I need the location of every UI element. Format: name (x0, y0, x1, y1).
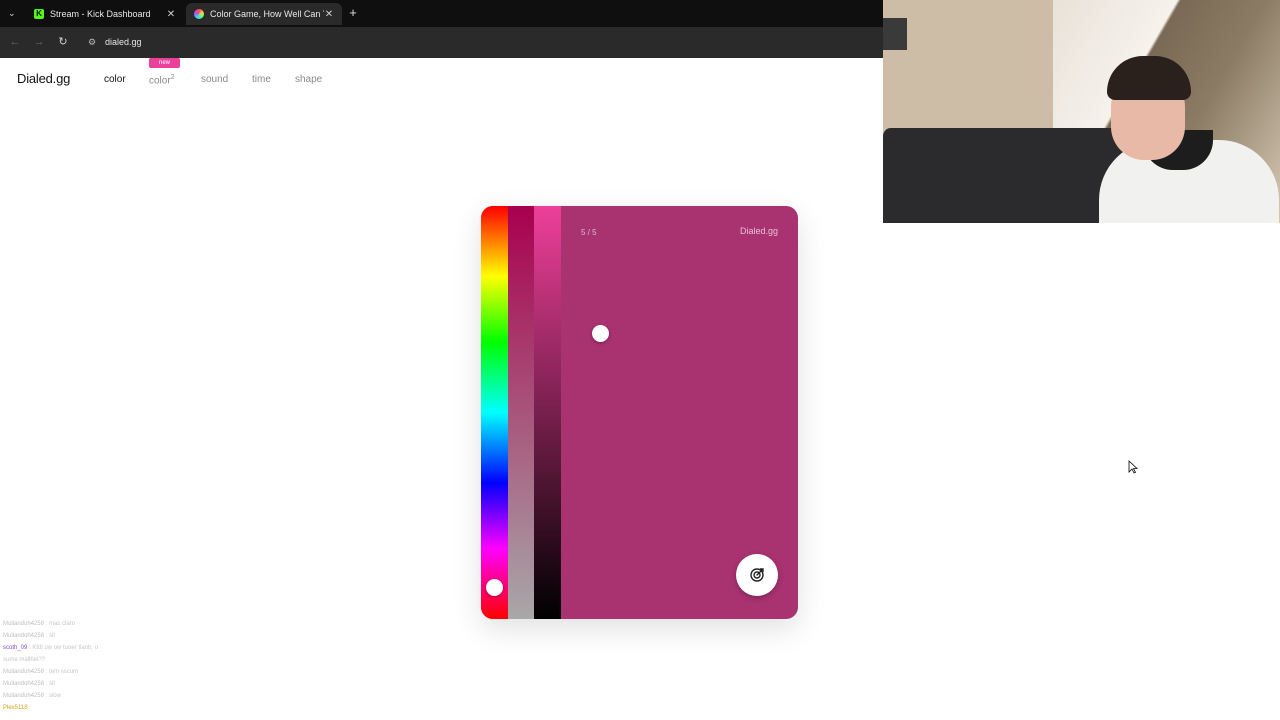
new-tab-plus-icon[interactable]: + (347, 6, 359, 20)
dialed-logo-icon (194, 9, 204, 19)
new-badge: new (149, 58, 180, 68)
chat-line: Plex5118 (3, 702, 143, 714)
chat-line: Mullandoh4258 : tem sscum (3, 666, 143, 678)
chat-line: Mullandoh4258 : mas claro (3, 618, 143, 630)
browser-tab-dialed[interactable]: Color Game, How Well Can You ✕ (186, 3, 342, 25)
nav-link-color[interactable]: color (104, 74, 126, 85)
nav-link-sound[interactable]: sound (201, 74, 228, 85)
chat-line: Mullandoh4258 : slt (3, 630, 143, 642)
webcam-picture-frame (883, 18, 907, 50)
hue-slider[interactable] (481, 206, 508, 619)
chat-message: : slt (45, 633, 56, 639)
mouse-cursor-icon (1128, 460, 1138, 474)
brightness-slider[interactable] (534, 206, 609, 619)
chat-message: : mas claro (45, 621, 76, 627)
submit-guess-button[interactable] (736, 554, 778, 596)
chat-message: : slow (45, 693, 62, 699)
tab-search-chevron-down-icon[interactable]: ⌄ (8, 8, 18, 18)
nav-link-color2[interactable]: color2 (149, 74, 175, 86)
chat-line: Mullandoh4258 : slt (3, 678, 143, 690)
chat-user: Mullandoh4258 (3, 693, 45, 699)
reload-icon[interactable]: ↻ (56, 35, 70, 49)
hue-slider-handle[interactable] (486, 579, 503, 596)
stream-chat-overlay: Mullandoh4258 : mas claro Mullandoh4258 … (3, 618, 143, 714)
chat-user: Mullandoh4258 (3, 633, 45, 639)
chat-user: Mullandoh4258 (3, 681, 45, 687)
tab-title: Color Game, How Well Can You (210, 9, 324, 19)
saturation-slider[interactable] (508, 206, 556, 619)
webcam-overlay (883, 0, 1280, 223)
tab-close-icon[interactable]: ✕ (166, 9, 176, 20)
browser-tab-strip: ⌄ K Stream - Kick Dashboard ✕ Color Game… (0, 0, 883, 27)
nav-link-time[interactable]: time (252, 74, 271, 85)
browser-tab-kick[interactable]: K Stream - Kick Dashboard ✕ (26, 3, 184, 25)
chat-user: Mullandoh4258 (3, 621, 45, 627)
nav-link-shape[interactable]: shape (295, 74, 322, 85)
kick-logo-icon: K (34, 9, 44, 19)
site-logo[interactable]: Dialed.gg (17, 71, 70, 86)
chat-message: : tem sscum (45, 669, 79, 675)
nav-link-color2-label: color (149, 75, 171, 87)
nav-link-color2-superscript: 2 (170, 74, 175, 81)
color-game-card: 5 / 5 Dialed.gg (481, 206, 798, 619)
chat-user: scoth_09 (3, 645, 28, 651)
chat-line: sume mallhel?? (3, 654, 143, 666)
chat-message: : slt (45, 681, 56, 687)
site-info-tune-icon[interactable]: ⚙ (86, 36, 98, 48)
brightness-slider-handle[interactable] (592, 325, 609, 342)
back-arrow-icon[interactable]: ← (8, 35, 22, 49)
chat-line: Mullandoh4258 : slow (3, 690, 143, 702)
target-icon (750, 568, 764, 582)
chat-message: : Kfdl ow ow tuoer tlanb, o (29, 645, 99, 651)
chat-line: scoth_09 : Kfdl ow ow tuoer tlanb, o (3, 642, 143, 654)
card-brand-label: Dialed.gg (739, 226, 778, 236)
forward-arrow-icon[interactable]: → (32, 35, 46, 49)
address-bar-url[interactable]: dialed.gg (105, 36, 142, 48)
chat-message: sume mallhel?? (3, 657, 46, 663)
browser-toolbar: ← → ↻ ⚙ dialed.gg (0, 27, 883, 58)
chat-user: Plex5118 (3, 705, 28, 711)
tab-title: Stream - Kick Dashboard (50, 9, 151, 19)
round-counter: 5 / 5 (581, 228, 597, 237)
chat-user: Mullandoh4258 (3, 669, 45, 675)
tab-close-icon[interactable]: ✕ (324, 9, 334, 20)
